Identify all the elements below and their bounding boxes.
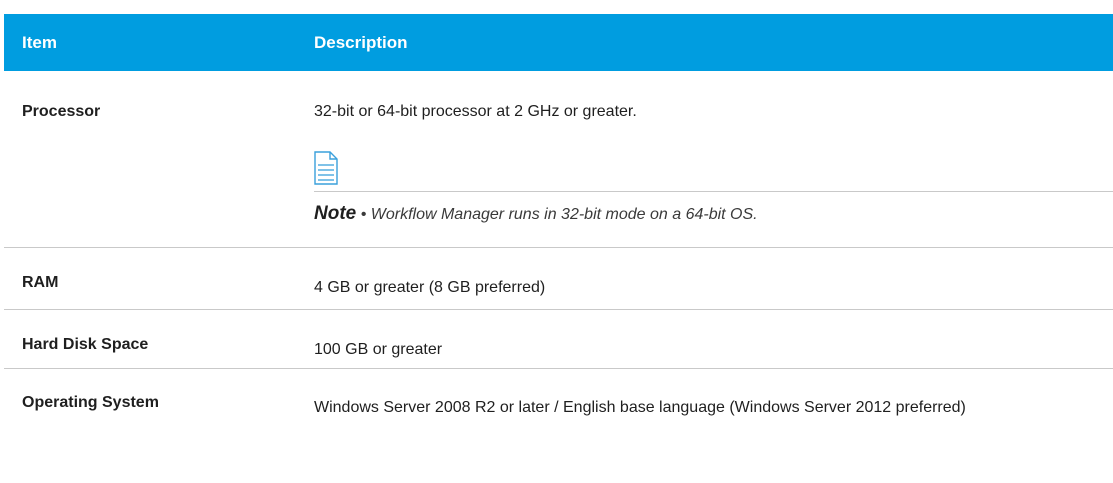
requirements-page: Item Description Processor 32-bit or 64-… bbox=[0, 0, 1113, 483]
header-description: Description bbox=[314, 32, 408, 52]
table-row: Hard Disk Space 100 GB or greater bbox=[4, 309, 1113, 369]
header-item: Item bbox=[22, 32, 57, 52]
requirements-table: Item Description Processor 32-bit or 64-… bbox=[4, 14, 1113, 456]
note-bullet: • bbox=[360, 206, 367, 223]
header-row: Item Description bbox=[4, 14, 1113, 71]
row-item-ram: RAM bbox=[4, 247, 296, 310]
note-divider bbox=[314, 191, 1113, 192]
note-label: Note bbox=[314, 203, 357, 224]
note-icon bbox=[314, 151, 338, 185]
table-row: Operating System Windows Server 2008 R2 … bbox=[4, 369, 1113, 456]
row-item-os: Operating System bbox=[22, 394, 159, 411]
table-header: Item Description bbox=[4, 14, 1113, 71]
row-description-processor: 32-bit or 64-bit processor at 2 GHz or g… bbox=[314, 103, 637, 120]
table-row: Processor 32-bit or 64-bit processor at … bbox=[4, 71, 1113, 248]
row-description-ram: 4 GB or greater (8 GB preferred) bbox=[296, 247, 1113, 310]
row-description-cell: 32-bit or 64-bit processor at 2 GHz or g… bbox=[296, 71, 1113, 248]
note-text: Workflow Manager runs in 32-bit mode on … bbox=[370, 206, 758, 223]
row-description-os: Windows Server 2008 R2 or later / Englis… bbox=[314, 399, 966, 416]
row-item-hard-disk: Hard Disk Space bbox=[4, 309, 296, 369]
table-row: RAM 4 GB or greater (8 GB preferred) bbox=[4, 247, 1113, 310]
note: Note • Workflow Manager runs in 32-bit m… bbox=[314, 203, 1107, 225]
row-item-processor: Processor bbox=[4, 71, 296, 248]
row-description-hard-disk: 100 GB or greater bbox=[296, 309, 1113, 369]
